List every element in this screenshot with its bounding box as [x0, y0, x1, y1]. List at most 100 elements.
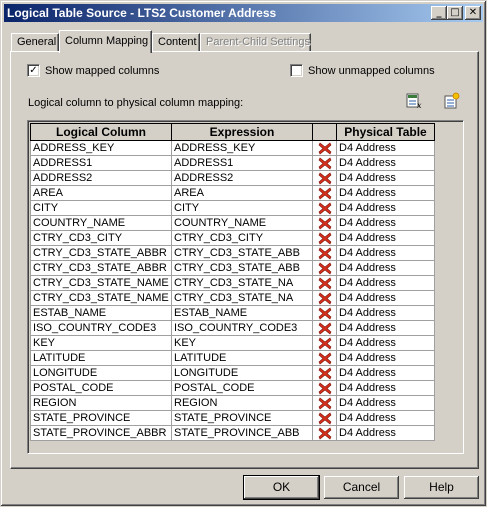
show-mapped-checkbox[interactable]: ✓	[27, 64, 40, 77]
expression-cell[interactable]: LATITUDE	[171, 350, 313, 366]
table-row[interactable]: COUNTRY_NAME COUNTRY_NAME D4 Address	[30, 215, 435, 231]
delete-mapping-cell[interactable]	[312, 425, 337, 441]
logical-column-cell[interactable]: STATE_PROVINCE	[30, 410, 172, 426]
physical-table-cell[interactable]: D4 Address	[336, 275, 435, 291]
delete-icon[interactable]	[318, 187, 332, 200]
delete-mapping-cell[interactable]	[312, 365, 337, 381]
expression-cell[interactable]: STATE_PROVINCE_ABB	[171, 425, 313, 441]
new-mapping-icon[interactable]	[443, 92, 461, 110]
table-row[interactable]: REGION REGION D4 Address	[30, 395, 435, 411]
expression-cell[interactable]: ADDRESS1	[171, 155, 313, 171]
expression-cell[interactable]: CITY	[171, 200, 313, 216]
delete-icon[interactable]	[318, 232, 332, 245]
expression-cell[interactable]: CTRY_CD3_STATE_NA	[171, 290, 313, 306]
delete-mapping-cell[interactable]	[312, 395, 337, 411]
expression-cell[interactable]: ADDRESS2	[171, 170, 313, 186]
physical-table-cell[interactable]: D4 Address	[336, 200, 435, 216]
physical-table-cell[interactable]: D4 Address	[336, 380, 435, 396]
expression-cell[interactable]: AREA	[171, 185, 313, 201]
delete-icon[interactable]	[318, 337, 332, 350]
physical-table-cell[interactable]: D4 Address	[336, 140, 435, 156]
expression-cell[interactable]: CTRY_CD3_STATE_ABB	[171, 260, 313, 276]
physical-table-cell[interactable]: D4 Address	[336, 335, 435, 351]
delete-icon[interactable]	[318, 262, 332, 275]
delete-icon[interactable]	[318, 217, 332, 230]
table-row[interactable]: ADDRESS1 ADDRESS1 D4 Address	[30, 155, 435, 171]
show-unmapped-checkbox[interactable]	[290, 64, 303, 77]
logical-column-cell[interactable]: ADDRESS1	[30, 155, 172, 171]
expression-cell[interactable]: REGION	[171, 395, 313, 411]
expression-cell[interactable]: COUNTRY_NAME	[171, 215, 313, 231]
delete-mapping-cell[interactable]	[312, 200, 337, 216]
logical-column-cell[interactable]: CTRY_CD3_STATE_ABBR	[30, 245, 172, 261]
tab-column-mapping[interactable]: Column Mapping	[59, 30, 152, 53]
delete-icon[interactable]	[318, 352, 332, 365]
logical-column-cell[interactable]: CITY	[30, 200, 172, 216]
delete-icon[interactable]	[318, 427, 332, 440]
logical-column-cell[interactable]: REGION	[30, 395, 172, 411]
delete-mapping-cell[interactable]	[312, 140, 337, 156]
title-bar[interactable]: Logical Table Source - LTS2 Customer Add…	[4, 4, 483, 22]
table-row[interactable]: KEY KEY D4 Address	[30, 335, 435, 351]
logical-column-cell[interactable]: ISO_COUNTRY_CODE3	[30, 320, 172, 336]
physical-table-cell[interactable]: D4 Address	[336, 410, 435, 426]
expression-header[interactable]: Expression	[171, 123, 313, 141]
table-row[interactable]: AREA AREA D4 Address	[30, 185, 435, 201]
delete-mapping-cell[interactable]	[312, 335, 337, 351]
physical-table-cell[interactable]: D4 Address	[336, 365, 435, 381]
delete-icon[interactable]	[318, 202, 332, 215]
table-row[interactable]: ESTAB_NAME ESTAB_NAME D4 Address	[30, 305, 435, 321]
delete-icon[interactable]	[318, 172, 332, 185]
physical-table-cell[interactable]: D4 Address	[336, 425, 435, 441]
physical-table-header[interactable]: Physical Table	[336, 123, 435, 141]
logical-column-cell[interactable]: STATE_PROVINCE_ABBR	[30, 425, 172, 441]
logical-column-cell[interactable]: LONGITUDE	[30, 365, 172, 381]
expression-cell[interactable]: ESTAB_NAME	[171, 305, 313, 321]
physical-table-cell[interactable]: D4 Address	[336, 185, 435, 201]
column-mapping-grid[interactable]: Logical Column Expression Physical Table…	[27, 120, 464, 454]
physical-table-cell[interactable]: D4 Address	[336, 245, 435, 261]
logical-column-cell[interactable]: ESTAB_NAME	[30, 305, 172, 321]
delete-mapping-cell[interactable]	[312, 305, 337, 321]
delete-mapping-cell[interactable]	[312, 410, 337, 426]
delete-icon[interactable]	[318, 142, 332, 155]
expression-cell[interactable]: ISO_COUNTRY_CODE3	[171, 320, 313, 336]
logical-column-cell[interactable]: CTRY_CD3_STATE_NAME	[30, 290, 172, 306]
expression-cell[interactable]: POSTAL_CODE	[171, 380, 313, 396]
physical-table-cell[interactable]: D4 Address	[336, 395, 435, 411]
expression-cell[interactable]: KEY	[171, 335, 313, 351]
physical-table-cell[interactable]: D4 Address	[336, 320, 435, 336]
delete-icon[interactable]	[318, 412, 332, 425]
delete-mapping-cell[interactable]	[312, 275, 337, 291]
logical-column-cell[interactable]: AREA	[30, 185, 172, 201]
table-row[interactable]: STATE_PROVINCE_ABBR STATE_PROVINCE_ABB D4 …	[30, 425, 435, 441]
show-mapped-option[interactable]: ✓ Show mapped columns	[27, 64, 159, 77]
expression-cell[interactable]: CTRY_CD3_STATE_NA	[171, 275, 313, 291]
delete-icon[interactable]	[318, 367, 332, 380]
delete-mapping-cell[interactable]	[312, 215, 337, 231]
table-row[interactable]: CTRY_CD3_STATE_ABBR CTRY_CD3_STATE_ABB D4 …	[30, 260, 435, 276]
logical-column-cell[interactable]: POSTAL_CODE	[30, 380, 172, 396]
logical-column-cell[interactable]: CTRY_CD3_STATE_NAME	[30, 275, 172, 291]
show-unmapped-option[interactable]: Show unmapped columns	[290, 64, 435, 77]
close-button[interactable]: ✕	[465, 6, 481, 20]
delete-mapping-cell[interactable]	[312, 230, 337, 246]
delete-mapping-cell[interactable]	[312, 245, 337, 261]
expression-cell[interactable]: ADDRESS_KEY	[171, 140, 313, 156]
logical-column-cell[interactable]: ADDRESS2	[30, 170, 172, 186]
table-row[interactable]: LONGITUDE LONGITUDE D4 Address	[30, 365, 435, 381]
physical-table-cell[interactable]: D4 Address	[336, 350, 435, 366]
physical-table-cell[interactable]: D4 Address	[336, 260, 435, 276]
table-row[interactable]: CTRY_CD3_STATE_NAME CTRY_CD3_STATE_NA D4 A…	[30, 275, 435, 291]
logical-column-cell[interactable]: ADDRESS_KEY	[30, 140, 172, 156]
delete-icon[interactable]	[318, 277, 332, 290]
maximize-button[interactable]: □	[447, 6, 463, 20]
cancel-button[interactable]: Cancel	[324, 476, 399, 499]
expression-cell[interactable]: CTRY_CD3_CITY	[171, 230, 313, 246]
expression-builder-icon[interactable]: x	[405, 92, 423, 110]
table-row[interactable]: CTRY_CD3_STATE_ABBR CTRY_CD3_STATE_ABB D4 …	[30, 245, 435, 261]
physical-table-cell[interactable]: D4 Address	[336, 230, 435, 246]
table-row[interactable]: POSTAL_CODE POSTAL_CODE D4 Address	[30, 380, 435, 396]
delete-mapping-cell[interactable]	[312, 380, 337, 396]
delete-icon[interactable]	[318, 307, 332, 320]
